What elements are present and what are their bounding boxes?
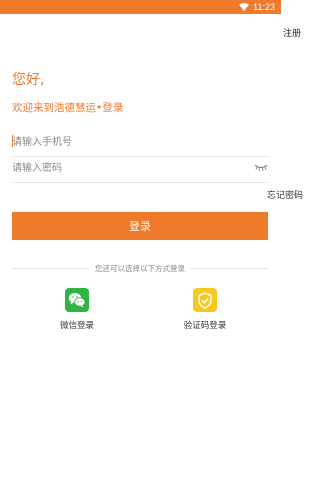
wifi-icon: [239, 3, 250, 11]
greeting-title: 您好,: [12, 72, 45, 88]
forgot-password-link[interactable]: 忘记密码: [267, 188, 303, 201]
shield-check-icon: [193, 288, 217, 312]
register-link[interactable]: 注册: [283, 26, 301, 39]
alt-login-divider: 您还可以选择以下方式登录: [12, 262, 268, 274]
wechat-login-button[interactable]: 微信登录: [47, 288, 107, 331]
phone-field: [12, 130, 268, 157]
code-login-button[interactable]: 验证码登录: [175, 288, 235, 331]
text-cursor: [12, 135, 13, 147]
status-indicators: 11:23: [239, 0, 275, 14]
wechat-icon: [65, 288, 89, 312]
phone-input[interactable]: [12, 131, 237, 154]
login-button[interactable]: 登录: [12, 212, 268, 240]
password-field: [12, 156, 268, 183]
status-time: 11:23: [253, 2, 275, 12]
code-login-label: 验证码登录: [183, 321, 227, 331]
divider-line-right: [191, 267, 268, 269]
eye-closed-icon[interactable]: [254, 162, 268, 172]
wechat-login-label: 微信登录: [59, 321, 94, 331]
password-input[interactable]: [12, 157, 237, 180]
divider-line-left: [12, 267, 89, 269]
welcome-text: 欢迎来到浩德慧运•登录: [12, 102, 124, 114]
divider-text: 您还可以选择以下方式登录: [95, 263, 185, 273]
status-bar: 11:23: [0, 0, 281, 14]
